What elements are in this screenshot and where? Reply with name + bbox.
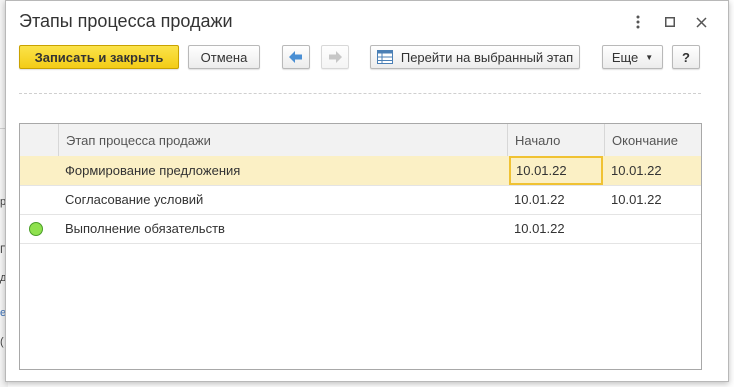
table-header: Этап процесса продажи Начало Окончание (20, 124, 701, 157)
current-stage-indicator-icon (29, 221, 43, 236)
stage-cell[interactable]: Формирование предложения (58, 156, 507, 185)
column-header-stage[interactable]: Этап процесса продажи (58, 124, 507, 156)
divider (19, 93, 701, 94)
dialog-title: Этапы процесса продажи (19, 11, 233, 31)
background-text-fragment: ( (0, 336, 4, 348)
save-and-close-button[interactable]: Записать и закрыть (19, 45, 179, 69)
close-icon[interactable] (689, 10, 713, 34)
start-date-cell[interactable]: 10.01.22 (509, 156, 603, 185)
maximize-icon[interactable] (658, 10, 682, 34)
arrow-left-icon (289, 51, 303, 63)
more-label: Еще (611, 49, 639, 65)
goto-selected-stage-label: Перейти на выбранный этап (400, 49, 574, 65)
help-button[interactable]: ? (672, 45, 700, 69)
column-header-end[interactable]: Окончание (604, 124, 701, 156)
end-date-cell[interactable]: 10.01.22 (604, 156, 701, 185)
stages-table[interactable]: Этап процесса продажи Начало Окончание Ф… (19, 123, 702, 370)
start-date-cell[interactable]: 10.01.22 (507, 214, 604, 243)
stage-cell[interactable]: Выполнение обязательств (58, 214, 507, 243)
toolbar: Записать и закрыть Отмена Перейти на выб… (6, 45, 728, 73)
more-button[interactable]: Еще ▼ (602, 45, 663, 69)
table-icon (376, 50, 393, 64)
arrow-right-icon (328, 51, 342, 63)
end-date-cell[interactable]: 10.01.22 (604, 185, 701, 214)
table-row[interactable]: Выполнение обязательств 10.01.22 (20, 214, 701, 244)
column-header-start[interactable]: Начало (507, 124, 604, 156)
forward-button[interactable] (321, 45, 349, 69)
row-status-cell (20, 156, 58, 185)
more-vertical-icon[interactable] (626, 10, 650, 34)
row-status-cell (20, 214, 58, 243)
end-date-cell[interactable] (604, 214, 701, 243)
row-status-cell (20, 185, 58, 214)
table-row[interactable]: Формирование предложения 10.01.22 10.01.… (20, 156, 701, 186)
back-button[interactable] (282, 45, 310, 69)
sales-stages-dialog: Этапы процесса продажи Записать и закрыт… (5, 0, 729, 382)
goto-selected-stage-button[interactable]: Перейти на выбранный этап (370, 45, 580, 69)
stage-cell[interactable]: Согласование условий (58, 185, 507, 214)
cancel-button[interactable]: Отмена (188, 45, 260, 69)
chevron-down-icon: ▼ (645, 52, 654, 62)
start-date-cell[interactable]: 10.01.22 (507, 185, 604, 214)
status-column-header (20, 124, 58, 156)
table-row[interactable]: Согласование условий 10.01.22 10.01.22 (20, 185, 701, 215)
